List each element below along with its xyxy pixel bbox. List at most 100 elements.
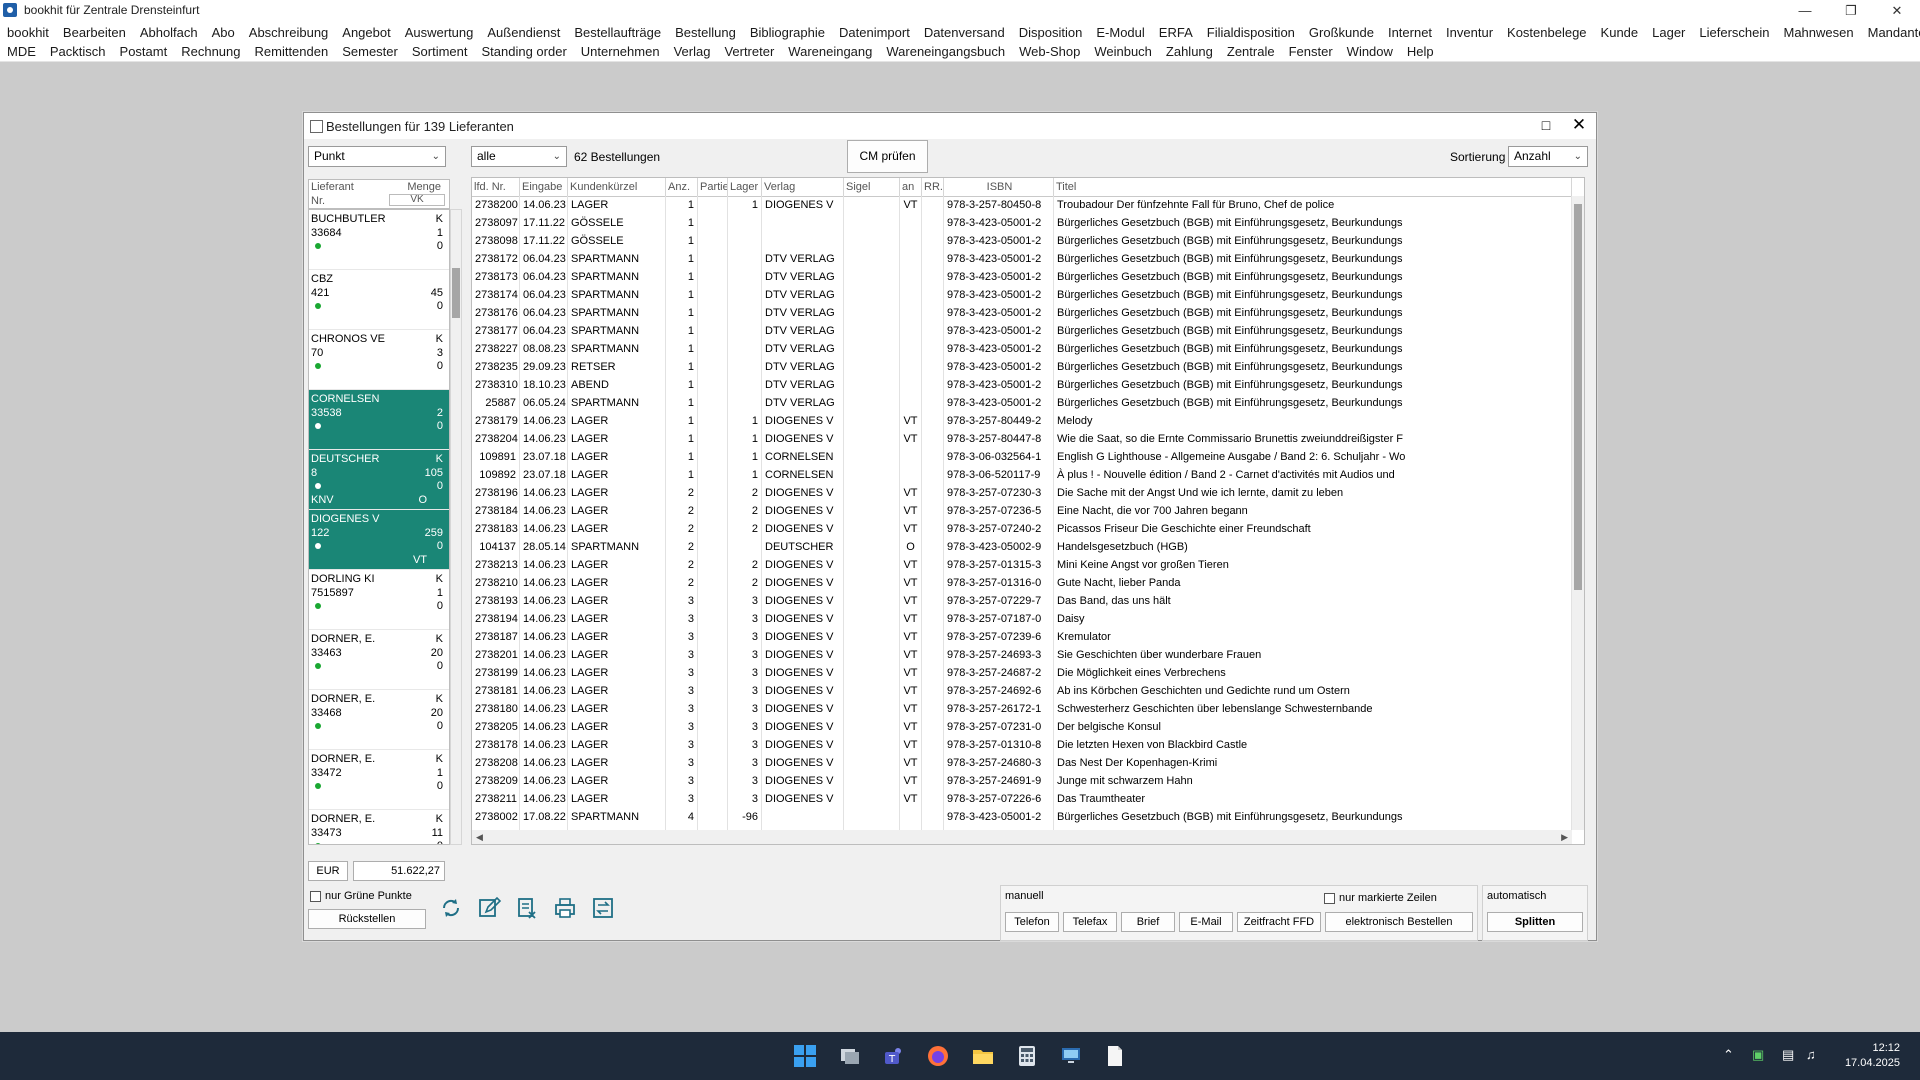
menu-item[interactable]: Datenimport [832, 23, 917, 42]
menu-item[interactable]: Lieferschein [1692, 23, 1776, 42]
transfer-icon[interactable] [590, 895, 616, 921]
tray-app-icon[interactable]: ▣ [1752, 1047, 1764, 1063]
scroll-right-icon[interactable]: ▶ [1561, 830, 1568, 844]
status-dropdown[interactable]: alle ⌄ [471, 146, 567, 167]
col-isbn-header[interactable]: ISBN [944, 178, 1054, 196]
table-row[interactable]: 109892 23.07.18 LAGER 1 1 CORNELSEN 978-3-06-5… [472, 466, 1572, 484]
remote-desktop-icon[interactable] [1059, 1044, 1083, 1068]
table-row[interactable]: 2738211 14.06.23 LAGER 3 3 DIOGENES V VT 978-3-… [472, 790, 1572, 808]
teams-icon[interactable]: T [882, 1044, 906, 1068]
table-row[interactable]: 2738210 14.06.23 LAGER 2 2 DIOGENES V VT 978-3-… [472, 574, 1572, 592]
menu-item[interactable]: Window [1340, 42, 1400, 61]
close-icon[interactable]: ✕ [1570, 116, 1588, 134]
volume-icon[interactable]: ♫ [1806, 1047, 1816, 1062]
table-row[interactable]: 2738180 14.06.23 LAGER 3 3 DIOGENES V VT 978-3-… [472, 700, 1572, 718]
supplier-item[interactable]: DIOGENES V 122 259 0 VT [309, 510, 449, 570]
document-icon[interactable] [1103, 1044, 1127, 1068]
supplier-item[interactable]: DORNER, E. K 33463 20 0 [309, 630, 449, 690]
table-row[interactable]: 109891 23.07.18 LAGER 1 1 CORNELSEN 978-3-06-0… [472, 448, 1572, 466]
menu-item[interactable]: Zahlung [1159, 42, 1220, 61]
table-row[interactable]: 2738193 14.06.23 LAGER 3 3 DIOGENES V VT 978-3-… [472, 592, 1572, 610]
scroll-thumb[interactable] [452, 268, 460, 318]
col-partie-header[interactable]: Partie [698, 178, 728, 196]
col-rr-header[interactable]: RR. [922, 178, 944, 196]
supplier-item[interactable]: DEUTSCHER K 8 105 0 KNV O [309, 450, 449, 510]
supplier-item[interactable]: BUCHBUTLER K 33684 1 0 [309, 210, 449, 270]
menu-item[interactable]: Bestellaufträge [567, 23, 668, 42]
sort-dropdown[interactable]: Anzahl ⌄ [1508, 146, 1588, 167]
scroll-left-icon[interactable]: ◀ [476, 830, 483, 844]
network-icon[interactable]: ▤ [1782, 1047, 1794, 1063]
edit-icon[interactable] [476, 895, 502, 921]
menu-item[interactable]: E-Modul [1089, 23, 1151, 42]
telefon-button[interactable]: Telefon [1005, 912, 1059, 932]
menu-item[interactable]: Web-Shop [1012, 42, 1087, 61]
supplier-item[interactable]: CORNELSEN 33538 2 0 [309, 390, 449, 450]
col-lager-header[interactable]: Lager [728, 178, 762, 196]
menu-item[interactable]: MDE [0, 42, 43, 61]
supplier-item[interactable]: DORNER, E. K 33468 20 0 [309, 690, 449, 750]
scroll-thumb[interactable] [1574, 204, 1582, 590]
table-vscrollbar[interactable] [1572, 196, 1584, 830]
menu-item[interactable]: Mahnwesen [1777, 23, 1861, 42]
restore-button[interactable]: ❐ [1828, 0, 1874, 21]
table-row[interactable]: 2738213 14.06.23 LAGER 2 2 DIOGENES V VT 978-3-… [472, 556, 1572, 574]
menu-item[interactable]: Wareneingangsbuch [879, 42, 1012, 61]
table-hscrollbar[interactable]: ◀ ▶ [472, 830, 1572, 844]
col-titel-header[interactable]: Titel [1054, 178, 1572, 196]
menu-item[interactable]: Außendienst [480, 23, 567, 42]
col-verlag-header[interactable]: Verlag [762, 178, 844, 196]
only-marked-checkbox[interactable] [1324, 893, 1335, 904]
menu-item[interactable]: Disposition [1012, 23, 1090, 42]
menu-item[interactable]: Help [1400, 42, 1441, 61]
table-row[interactable]: 2738310 18.10.23 ABEND 1 DTV VERLAG 978-3-423… [472, 376, 1572, 394]
menu-item[interactable]: Packtisch [43, 42, 113, 61]
table-row[interactable]: 2738177 06.04.23 SPARTMANN 1 DTV VERLAG 978-3… [472, 322, 1572, 340]
menu-item[interactable]: Remittenden [248, 42, 336, 61]
supplier-item[interactable]: DORNER, E. K 33473 110 [309, 810, 449, 844]
menu-item[interactable]: Postamt [113, 42, 175, 61]
table-row[interactable]: 2738174 06.04.23 SPARTMANN 1 DTV VERLAG 978-3… [472, 286, 1572, 304]
minimize-button[interactable]: — [1782, 0, 1828, 21]
table-row[interactable]: 2738002 17.08.22 SPARTMANN 4 -96 978-3-423-05… [472, 808, 1572, 826]
filter-dropdown[interactable]: Punkt ⌄ [308, 146, 446, 167]
col-eingabe-header[interactable]: Eingabe [520, 178, 568, 196]
menu-item[interactable]: Abo [205, 23, 242, 42]
menu-item[interactable]: Internet [1381, 23, 1439, 42]
close-app-button[interactable]: ✕ [1874, 0, 1920, 21]
table-row[interactable]: 2738200 14.06.23 LAGER 1 1 DIOGENES V VT 978-3-… [472, 196, 1572, 214]
menu-item[interactable]: Wareneingang [781, 42, 879, 61]
menu-item[interactable]: Zentrale [1220, 42, 1282, 61]
reset-button[interactable]: Rückstellen [308, 909, 426, 929]
table-row[interactable]: 2738098 17.11.22 GÖSSELE 1 978-3-423-05001-2… [472, 232, 1572, 250]
menu-item[interactable]: Inventur [1439, 23, 1500, 42]
table-row[interactable]: 2738235 29.09.23 RETSER 1 DTV VERLAG 978-3-42… [472, 358, 1572, 376]
file-explorer-icon[interactable] [971, 1044, 995, 1068]
electronic-order-button[interactable]: elektronisch Bestellen [1325, 912, 1473, 932]
table-row[interactable]: 273820214.06.23LAGER55DIOGENES VVT978-3-… [472, 844, 1572, 845]
split-button[interactable]: Splitten [1487, 912, 1583, 932]
zeitfracht-button[interactable]: Zeitfracht FFD [1237, 912, 1321, 932]
menu-item[interactable]: Semester [335, 42, 405, 61]
table-row[interactable]: 2738204 14.06.23 LAGER 1 1 DIOGENES V VT 978-3-… [472, 430, 1572, 448]
telefax-button[interactable]: Telefax [1063, 912, 1117, 932]
menu-item[interactable]: Lager [1645, 23, 1692, 42]
menu-item[interactable]: Rechnung [174, 42, 247, 61]
menu-item[interactable]: Verlag [667, 42, 718, 61]
windows-start-icon[interactable] [793, 1044, 817, 1068]
maximize-icon[interactable]: □ [1538, 117, 1554, 133]
supplier-item[interactable]: DORNER, E. K 33472 1 0 [309, 750, 449, 810]
menu-item[interactable]: Auswertung [398, 23, 481, 42]
table-row[interactable]: 104137 28.05.14 SPARTMANN 2 DEUTSCHER O 978-3-… [472, 538, 1572, 556]
table-row[interactable]: 2738178 14.06.23 LAGER 3 3 DIOGENES V VT 978-3-… [472, 736, 1572, 754]
menu-item[interactable]: Filialdisposition [1200, 23, 1302, 42]
menu-item[interactable]: Bestellung [668, 23, 743, 42]
col-sigel-header[interactable]: Sigel [844, 178, 900, 196]
table-row[interactable]: 2738179 14.06.23 LAGER 1 1 DIOGENES V VT 978-3-… [472, 412, 1572, 430]
table-row[interactable]: 2738194 14.06.23 LAGER 3 3 DIOGENES V VT 978-3-… [472, 610, 1572, 628]
menu-item[interactable]: Standing order [475, 42, 574, 61]
menu-item[interactable]: Bearbeiten [56, 23, 133, 42]
table-row[interactable]: 2738209 14.06.23 LAGER 3 3 DIOGENES V VT 978-3-… [472, 772, 1572, 790]
supplier-item[interactable]: CHRONOS VE K 70 3 0 [309, 330, 449, 390]
table-row[interactable]: 2738176 06.04.23 SPARTMANN 1 DTV VERLAG 978-3… [472, 304, 1572, 322]
